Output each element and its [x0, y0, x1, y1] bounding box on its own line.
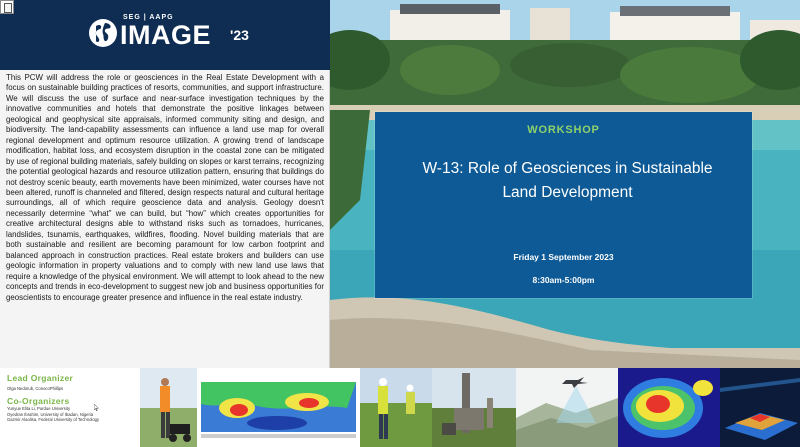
lidar-model-image: [720, 368, 800, 447]
lead-organizer-heading: Lead Organizer: [7, 373, 74, 383]
co-organizers-heading: Co-Organizers: [7, 396, 70, 407]
description-text: This PCW will address the role or geosci…: [6, 73, 324, 302]
workshop-date: Friday 1 September 2023: [513, 252, 614, 262]
field-workers-photo: [360, 368, 432, 447]
drilling-rig-photo: [432, 368, 516, 447]
bottom-strip: Lead Organizer Olga Nedorub, ConocoPhill…: [0, 368, 800, 447]
workshop-title: W-13: Role of Geosciences in Sustainable…: [422, 160, 713, 201]
logo-year: '23: [230, 27, 249, 43]
lead-organizer-name: Olga Nedorub, ConocoPhillips: [7, 386, 64, 391]
logo-bar: SEG | AAPG IMAGE '23: [0, 0, 330, 70]
resistivity-section-image: [197, 368, 360, 447]
cursor-icon: [94, 404, 99, 411]
organizers-block: Lead Organizer Olga Nedorub, ConocoPhill…: [0, 368, 140, 447]
drone-terrain-image: [516, 368, 618, 447]
workshop-time: 8:30am-5:00pm: [532, 275, 595, 285]
workshop-card: WORKSHOP W-13: Role of Geosciences in Su…: [375, 112, 752, 298]
workshop-label: WORKSHOP: [527, 124, 600, 136]
co-organizer-name: Gazmir Alaolisa, Federal University of T…: [7, 417, 100, 423]
description-panel: This PCW will address the role or geosci…: [0, 70, 330, 368]
globe-icon: [89, 19, 117, 47]
document-icon[interactable]: [0, 0, 14, 14]
logo-wordmark: IMAGE: [120, 20, 212, 50]
gpr-survey-photo: [140, 368, 197, 447]
anomaly-map-image: [618, 368, 720, 447]
